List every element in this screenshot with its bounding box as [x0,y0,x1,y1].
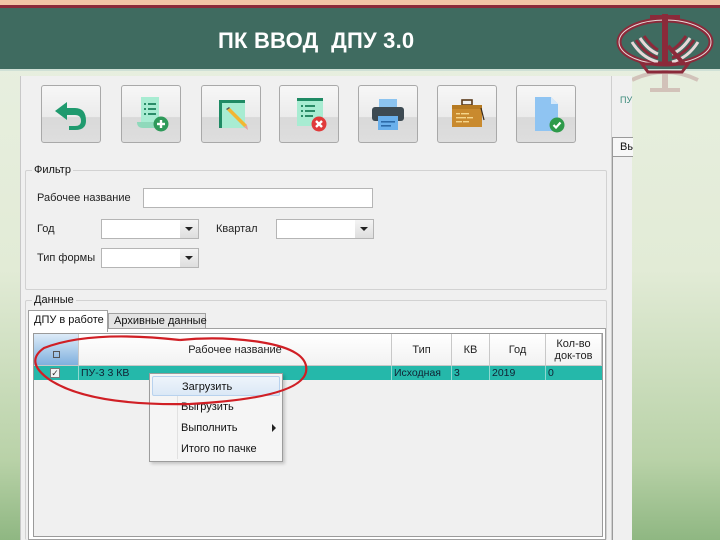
select-all-header[interactable] [34,334,79,366]
menu-item-unload[interactable]: Выгрузить [152,397,280,417]
slide-header: ПК ВВОД ДПУ 3.0 [0,8,720,74]
tab-archive-data[interactable]: Архивные данные [108,313,207,329]
filter-group: Фильтр Рабочее название Год Квартал Тип … [25,164,607,290]
work-name-label: Рабочее название [37,192,131,204]
chevron-down-icon[interactable] [355,220,373,238]
briefcase-icon [452,99,485,127]
app-window: ПУ Вы Фильтр Рабочее название Год Кварта… [20,76,633,540]
menu-item-label: Выгрузить [181,401,234,413]
tab-page: Рабочее название Тип КВ Год Кол-во док-т… [28,328,606,540]
menu-item-label: Загрузить [182,381,233,393]
year-label: Год [37,223,55,235]
archive-button[interactable] [437,85,497,143]
emblem-logo-icon [616,14,714,74]
submenu-arrow-icon [272,424,276,432]
quarter-select[interactable] [276,219,374,239]
cell-year: 2019 [490,366,546,380]
delete-document-button[interactable] [279,85,339,143]
work-name-input[interactable] [143,188,373,208]
add-document-button[interactable] [121,85,181,143]
table-row[interactable]: ✓ ПУ-3 3 КВ Исходная 3 2019 0 [34,366,602,380]
form-type-select[interactable] [101,248,199,268]
column-header-year[interactable]: Год [490,334,546,366]
documents-grid: Рабочее название Тип КВ Год Кол-во док-т… [33,333,603,537]
form-type-label: Тип формы [37,252,96,264]
document-delete-icon [297,98,327,132]
side-panel-border [612,157,613,540]
tab-dpu-in-progress[interactable]: ДПУ в работе [28,310,108,332]
cell-quarter: 3 [452,366,490,380]
cell-type: Исходная [392,366,452,380]
menu-item-label: Выполнить [181,422,238,434]
undo-arrow-icon [55,102,86,130]
validate-button[interactable] [516,85,576,143]
chevron-down-icon[interactable] [180,249,198,267]
column-header-type[interactable]: Тип [392,334,452,366]
document-edit-icon [219,100,248,130]
menu-item-label: Итого по пачке [181,443,257,455]
toolbar [21,76,611,154]
context-menu: Загрузить Выгрузить Выполнить Итого по п… [149,373,283,462]
column-header-quarter[interactable]: КВ [452,334,490,366]
menu-item-load[interactable]: Загрузить [152,376,280,396]
row-checkbox[interactable]: ✓ [50,368,60,378]
filter-group-label: Фильтр [32,164,73,176]
column-header-work-name[interactable]: Рабочее название [79,334,392,366]
document-add-icon [137,97,169,132]
quarter-label: Квартал [216,223,258,235]
menu-item-batch-total[interactable]: Итого по пачке [152,439,280,459]
slide-title: ПК ВВОД ДПУ 3.0 [218,28,415,53]
row-select-cell[interactable]: ✓ [34,366,79,380]
column-header-doc-count[interactable]: Кол-во док-тов [546,334,602,366]
document-check-icon [535,97,565,133]
select-all-checkbox[interactable] [52,351,60,358]
print-button[interactable] [358,85,418,143]
chevron-down-icon[interactable] [180,220,198,238]
cell-doc-count: 0 [548,367,554,379]
edit-document-button[interactable] [201,85,261,143]
side-panel-tab[interactable]: Вы [612,137,633,157]
back-button[interactable] [41,85,101,143]
printer-icon [372,99,404,130]
side-panel-label: ПУ [620,95,633,105]
year-select[interactable] [101,219,199,239]
data-group-label: Данные [32,294,76,306]
menu-item-execute[interactable]: Выполнить [152,418,280,438]
